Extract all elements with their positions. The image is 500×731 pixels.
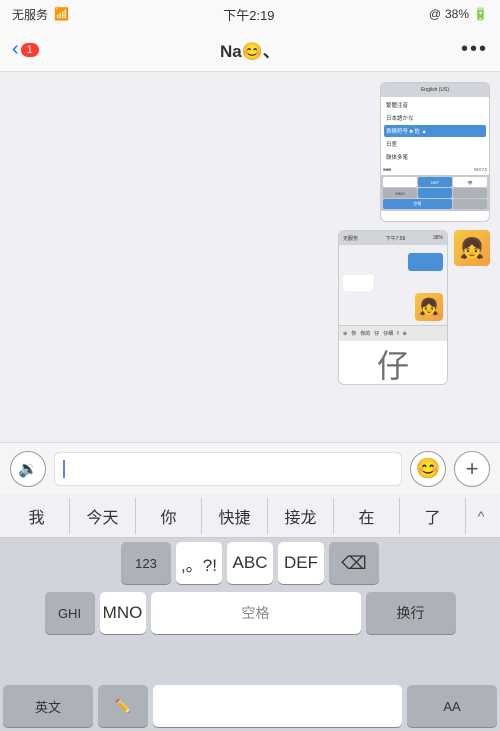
status-time: 下午2:19 [223, 5, 274, 24]
suggestion-5[interactable]: 接龙 [268, 498, 334, 534]
message-1: English (US) 繁體注音 日本語かな 表情符号 ■ 佐 ▲ 日差 鼓体… [10, 82, 490, 222]
voice-button[interactable]: 🔉 [10, 451, 46, 487]
keyboard: 我 今天 你 快捷 接龙 在 了 ^ 123 ,。?! ABC DEF ⌫ GH… [0, 494, 500, 731]
suggestion-4[interactable]: 快捷 [202, 498, 268, 534]
ss2-handwrite-area: 仔 [339, 341, 447, 385]
key-mno[interactable]: MNO [100, 592, 146, 634]
delete-icon: ⌫ [341, 553, 366, 574]
ss1-keyboard: DEF 👁 MNO 空格 [381, 175, 489, 211]
ss1-row-2: 日本語かな [384, 112, 486, 124]
suggestion-bar: 我 今天 你 快捷 接龙 在 了 ^ [0, 494, 500, 538]
key-row-2: GHI MNO 空格 换行 [3, 592, 497, 634]
ss1-row-3: 表情符号 ■ 佐 ▲ [384, 125, 486, 137]
status-bar: 无服务 📶 下午2:19 @ 38% 🔋 [0, 0, 500, 28]
status-right: @ 38% 🔋 [429, 7, 488, 21]
emoji-icon: 😊 [416, 456, 441, 481]
suggestion-2[interactable]: 今天 [70, 498, 136, 534]
ss1-row-4: 日差 [384, 138, 486, 150]
ss2-statusbar: 无服务 下午7:56 38% [339, 231, 447, 245]
key-abc[interactable]: ABC [227, 542, 273, 584]
sender-avatar: 👧 [454, 230, 490, 266]
message-input[interactable] [54, 452, 402, 486]
avatar-image: 👧 [454, 230, 490, 266]
input-bar: 🔉 😊 + [0, 442, 500, 494]
nav-bar: ‹ 1 Na😊、 ••• [0, 28, 500, 72]
key-return[interactable]: 换行 [366, 592, 456, 634]
key-123[interactable]: 123 [121, 542, 171, 584]
suggestion-3[interactable]: 你 [136, 498, 202, 534]
text-cursor [63, 460, 65, 478]
mini-key-4: MNO [383, 188, 417, 198]
screenshot-bubble-1[interactable]: English (US) 繁體注音 日本語かな 表情符号 ■ 佐 ▲ 日差 鼓体… [380, 82, 490, 222]
ss1-row-5: 鼓体多笔 [384, 151, 486, 163]
key-delete[interactable]: ⌫ [329, 542, 379, 584]
mini-key-2: DEF [418, 177, 452, 187]
add-button[interactable]: + [454, 451, 490, 487]
location-icon: @ [429, 7, 441, 21]
screenshot-bubble-2[interactable]: 无服务 下午7:56 38% 👧 ⊕你你的仔仔细f⊕ 仔 123 ⋯ [338, 230, 448, 385]
ss2-suggestions: ⊕你你的仔仔细f⊕ [339, 325, 447, 341]
unread-badge: 1 [21, 43, 39, 57]
mini-key-3: 👁 [453, 177, 487, 187]
chat-title: Na😊、 [220, 37, 280, 62]
voice-icon: 🔉 [18, 459, 38, 479]
handwrite-character: 仔 [377, 341, 409, 386]
signal-text: 无服务 [12, 6, 48, 23]
mini-key-1 [383, 177, 417, 187]
ss1-row-1: 繁體注音 [384, 99, 486, 111]
back-button[interactable]: ‹ 1 [12, 38, 39, 61]
message-2: 无服务 下午7:56 38% 👧 ⊕你你的仔仔细f⊕ 仔 123 ⋯ [10, 230, 490, 385]
battery-icon: 🔋 [473, 7, 488, 21]
key-language[interactable]: 英文 [3, 685, 93, 727]
suggestion-7[interactable]: 了 [400, 498, 466, 534]
suggestion-expand[interactable]: ^ [466, 498, 496, 534]
key-space[interactable]: 空格 [151, 592, 361, 634]
status-left: 无服务 📶 [12, 6, 69, 23]
mini-key-7 [453, 199, 487, 209]
emoji-button[interactable]: 😊 [410, 451, 446, 487]
chat-area: English (US) 繁體注音 日本語かな 表情符号 ■ 佐 ▲ 日差 鼓体… [0, 72, 500, 442]
message-list: English (US) 繁體注音 日本語かな 表情符号 ■ 佐 ▲ 日差 鼓体… [10, 82, 490, 385]
ss1-body: 繁體注音 日本語かな 表情符号 ■ 佐 ▲ 日差 鼓体多笔 [381, 97, 489, 165]
key-ghi[interactable]: GHI [45, 592, 95, 634]
suggestion-1[interactable]: 我 [4, 498, 70, 534]
ss1-statusbar: English (US) [381, 83, 489, 97]
bottom-row: 英文 ✏️ AA [0, 685, 500, 731]
ss2-chat-area: 👧 [339, 245, 447, 325]
ss2-bubble-blue [408, 253, 443, 271]
wifi-icon: 📶 [54, 7, 69, 21]
battery-text: 38% [445, 7, 469, 21]
key-rows: 123 ,。?! ABC DEF ⌫ GHI MNO 空格 换行 [0, 538, 500, 685]
key-def[interactable]: DEF [278, 542, 324, 584]
key-aa[interactable]: AA [407, 685, 497, 727]
key-space-bottom[interactable] [153, 685, 402, 727]
plus-icon: + [466, 456, 479, 482]
key-row-1: 123 ,。?! ABC DEF ⌫ [3, 542, 497, 584]
back-arrow-icon: ‹ [12, 38, 19, 61]
suggestion-6[interactable]: 在 [334, 498, 400, 534]
more-button[interactable]: ••• [461, 38, 488, 61]
key-comma[interactable]: ,。?! [176, 542, 222, 584]
mini-key-5 [418, 188, 452, 198]
key-handwrite[interactable]: ✏️ [98, 685, 148, 727]
mini-key-6 [453, 188, 487, 198]
